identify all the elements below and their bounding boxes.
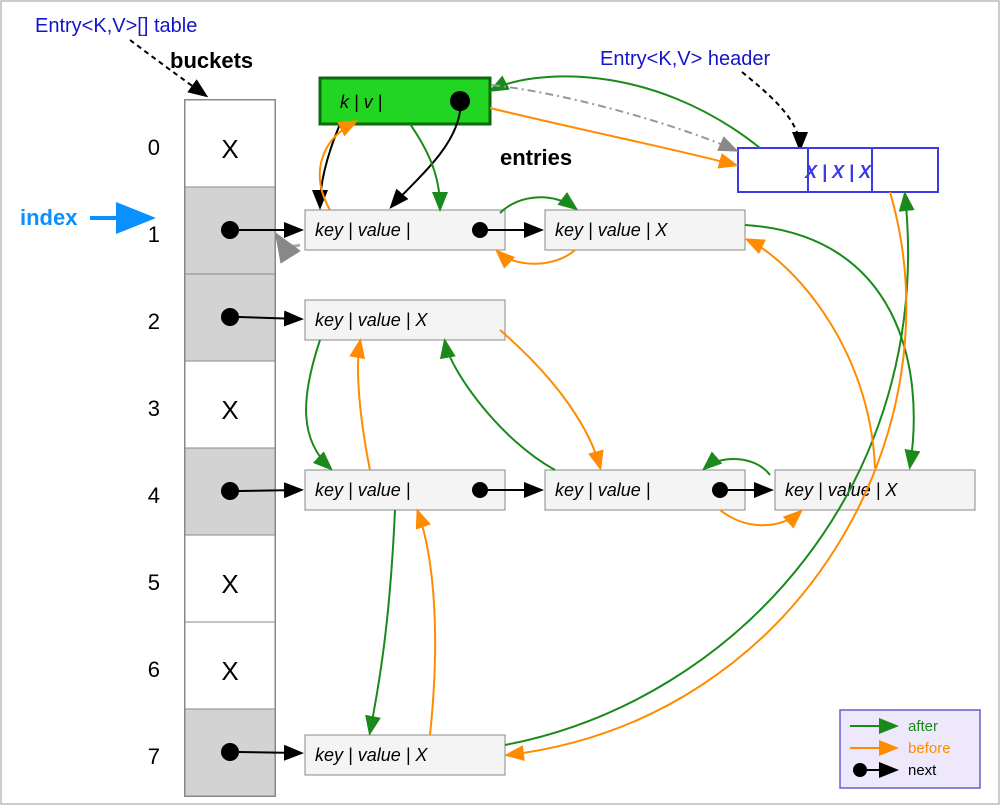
entry-kv-label: k | v |	[340, 92, 382, 112]
header-pointer	[742, 72, 800, 148]
legend-after: after	[908, 718, 938, 735]
bucket-index-label: 3	[148, 396, 160, 421]
entry-box: key | value |	[305, 210, 505, 250]
entries-title: entries	[500, 145, 572, 170]
header-content: X | X | X	[804, 162, 872, 182]
entry-box: key | value | X	[305, 300, 505, 340]
buckets-title: buckets	[170, 48, 253, 73]
table-label: Entry<K,V>[] table	[35, 15, 197, 37]
bucket-row: 5 X	[148, 535, 275, 622]
buckets-column: 0 X 1 2 3 X 4 5 X 6	[148, 100, 275, 796]
before-arrow-icon	[500, 330, 600, 467]
entry-label: key | value | X	[315, 310, 428, 330]
before-arrows	[320, 108, 907, 755]
before-arrow-icon	[748, 240, 875, 468]
bucket-next-dot-icon	[221, 743, 239, 761]
diagram-root: Entry<K,V>[] table buckets entries Entry…	[0, 0, 1000, 805]
bucket-next-dot-icon	[221, 482, 239, 500]
entry-box: key | value | X	[545, 210, 745, 250]
index-label: index	[20, 205, 78, 230]
entry-next-dot-icon	[712, 482, 728, 498]
grey-arrow-icon	[278, 237, 300, 246]
entry-next-dot-icon	[450, 91, 470, 111]
bucket-next-dot-icon	[221, 308, 239, 326]
bucket-empty-mark: X	[221, 656, 238, 686]
next-arrow-icon	[239, 752, 300, 753]
after-arrow-icon	[445, 342, 555, 470]
entry-next-dot-icon	[472, 222, 488, 238]
bucket-index-label: 1	[148, 222, 160, 247]
bucket-empty-mark: X	[221, 395, 238, 425]
legend-box: after before next	[840, 710, 980, 788]
entry-label: key | value |	[315, 220, 410, 240]
bucket-next-dot-icon	[221, 221, 239, 239]
entry-box: key | value |	[545, 470, 745, 510]
bucket-index-label: 4	[148, 483, 160, 508]
before-arrow-icon	[498, 250, 575, 264]
entry-box: key | value | X	[775, 470, 975, 510]
bucket-index-label: 5	[148, 570, 160, 595]
bucket-index-label: 6	[148, 657, 160, 682]
entry-box: key | value |	[305, 470, 505, 510]
bucket-row: 3 X	[148, 361, 275, 448]
after-arrow-icon	[410, 124, 440, 208]
entry-label: key | value |	[315, 480, 410, 500]
bucket-index-label: 2	[148, 309, 160, 334]
legend-next: next	[908, 762, 937, 779]
next-arrow-icon	[239, 490, 300, 491]
entry-label: key | value | X	[315, 745, 428, 765]
bucket-empty-mark: X	[221, 569, 238, 599]
before-arrow-icon	[358, 342, 370, 470]
entry-highlight: k | v |	[320, 78, 490, 124]
after-arrow-icon	[370, 510, 395, 732]
before-arrow-icon	[720, 510, 800, 525]
header-label: Entry<K,V> header	[600, 48, 770, 70]
after-arrow-icon	[306, 340, 330, 468]
bucket-empty-mark: X	[221, 134, 238, 164]
after-arrow-icon	[492, 76, 760, 148]
entry-box: key | value | X	[305, 735, 505, 775]
before-arrow-icon	[418, 512, 435, 735]
entry-label: key | value | X	[785, 480, 898, 500]
bucket-row: 0 X	[148, 100, 275, 187]
header-box: X | X | X	[738, 148, 938, 192]
bucket-index-label: 7	[148, 744, 160, 769]
entry-next-dot-icon	[472, 482, 488, 498]
entry-label: key | value | X	[555, 220, 668, 240]
legend-before: before	[908, 740, 951, 757]
entry-label: key | value |	[555, 480, 650, 500]
bucket-row: 6 X	[148, 622, 275, 709]
bucket-index-label: 0	[148, 135, 160, 160]
